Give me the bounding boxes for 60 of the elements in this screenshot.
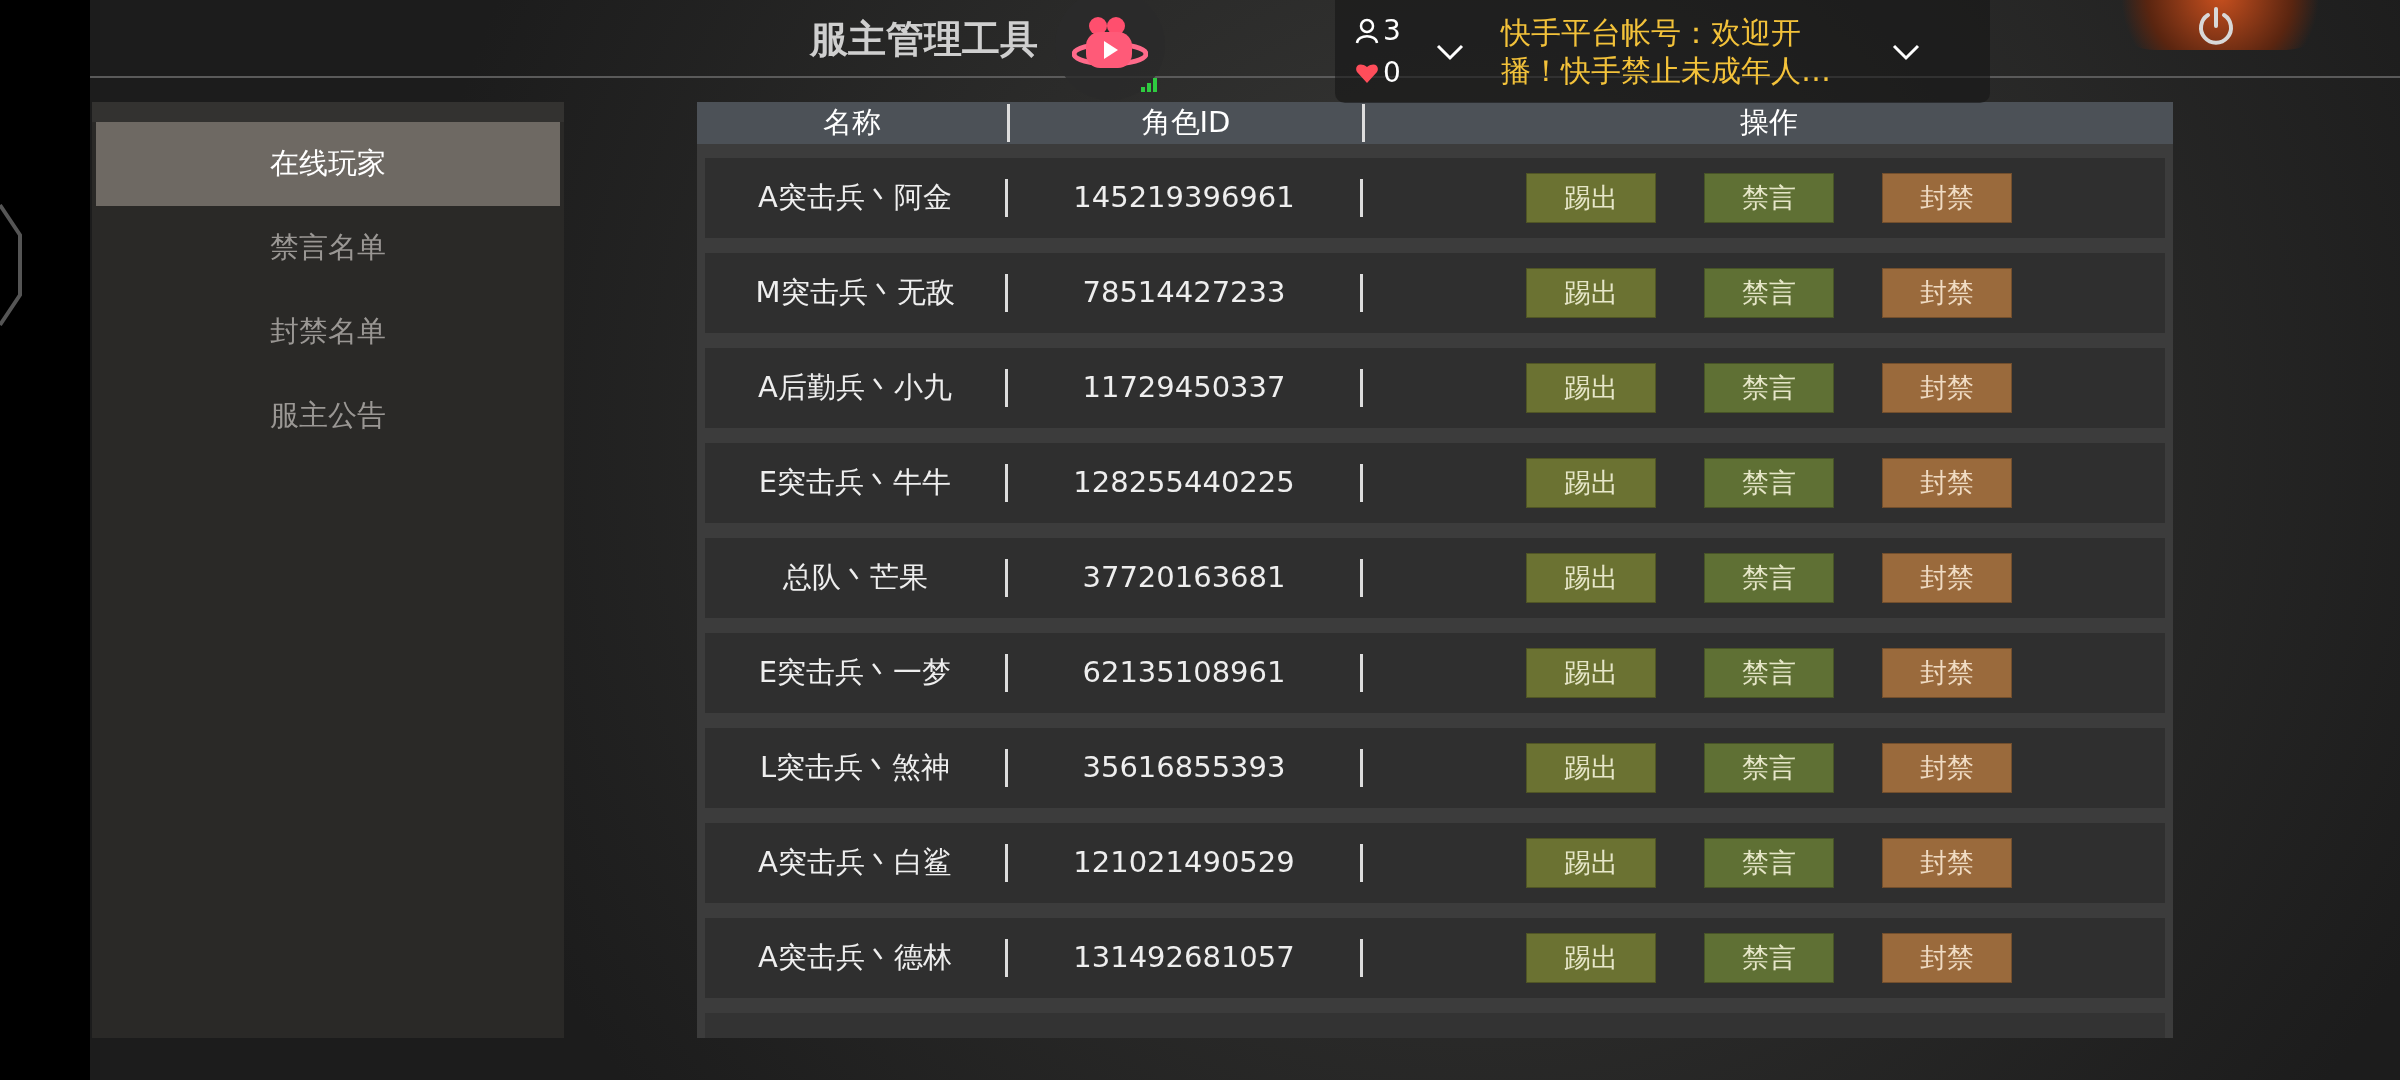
mute-button[interactable]: 禁言 — [1704, 553, 1834, 603]
role-id: 37720163681 — [1081, 559, 1287, 597]
kick-button[interactable]: 踢出 — [1526, 173, 1656, 223]
ban-button[interactable]: 封禁 — [1882, 363, 2012, 413]
kick-button[interactable]: 踢出 — [1526, 933, 1656, 983]
column-header: 名称 — [822, 104, 882, 142]
player-name: M突击兵丶无敌 — [754, 274, 956, 312]
window-title: 服主管理工具 — [810, 16, 1038, 63]
mute-button[interactable]: 禁言 — [1704, 838, 1834, 888]
chevron-down-icon[interactable] — [1435, 42, 1465, 61]
mute-button[interactable]: 禁言 — [1704, 933, 1834, 983]
ban-button[interactable]: 封禁 — [1882, 648, 2012, 698]
role-id: 62135108961 — [1081, 654, 1287, 692]
kick-button[interactable]: 踢出 — [1526, 268, 1656, 318]
player-name: A后勤兵丶小九 — [757, 369, 953, 407]
mute-button[interactable]: 禁言 — [1704, 268, 1834, 318]
kick-button[interactable]: 踢出 — [1526, 743, 1656, 793]
ban-button[interactable]: 封禁 — [1882, 838, 2012, 888]
kick-button[interactable]: 踢出 — [1526, 363, 1656, 413]
player-name: A突击兵丶德林 — [757, 939, 953, 977]
ban-button[interactable]: 封禁 — [1882, 933, 2012, 983]
column-header: 角色ID — [1140, 104, 1232, 142]
sidebar-item[interactable]: 服主公告 — [96, 374, 560, 458]
player-name: E突击兵丶一梦 — [757, 654, 953, 692]
kick-button[interactable]: 踢出 — [1526, 458, 1656, 508]
sidebar-item[interactable]: 在线玩家 — [96, 122, 560, 206]
kick-button[interactable]: 踢出 — [1526, 838, 1656, 888]
ban-button[interactable]: 封禁 — [1882, 458, 2012, 508]
person-icon — [1355, 17, 1379, 44]
sidebar-item[interactable]: 禁言名单 — [96, 206, 560, 290]
like-count: 0 — [1383, 54, 1401, 91]
role-id: 11729450337 — [1081, 369, 1287, 407]
mute-button[interactable]: 禁言 — [1704, 743, 1834, 793]
role-id: 78514427233 — [1081, 274, 1287, 312]
player-name: L突击兵丶煞神 — [758, 749, 952, 787]
mute-button[interactable]: 禁言 — [1704, 363, 1834, 413]
column-header: 操作 — [1739, 104, 1799, 142]
role-id: 145219396961 — [1072, 179, 1296, 217]
stream-notice: 快手平台帐号：欢迎开播！快手禁止未成年人… — [1501, 13, 1832, 90]
role-id: 35616855393 — [1081, 749, 1287, 787]
kick-button[interactable]: 踢出 — [1526, 648, 1656, 698]
player-name: A突击兵丶阿金 — [757, 179, 953, 217]
role-id: 121021490529 — [1072, 844, 1296, 882]
mute-button[interactable]: 禁言 — [1704, 458, 1834, 508]
player-name: E突击兵丶牛牛 — [757, 464, 953, 502]
kick-button[interactable]: 踢出 — [1526, 553, 1656, 603]
player-name: 总队丶芒果 — [781, 559, 929, 597]
role-id: 128255440225 — [1072, 464, 1296, 502]
ban-button[interactable]: 封禁 — [1882, 268, 2012, 318]
chevron-down-icon[interactable] — [1891, 42, 1921, 61]
ban-button[interactable]: 封禁 — [1882, 553, 2012, 603]
mute-button[interactable]: 禁言 — [1704, 173, 1834, 223]
ban-button[interactable]: 封禁 — [1882, 743, 2012, 793]
role-id: 131492681057 — [1072, 939, 1296, 977]
power-icon[interactable] — [2196, 6, 2236, 48]
ban-button[interactable]: 封禁 — [1882, 173, 2012, 223]
sidebar-item[interactable]: 封禁名单 — [96, 290, 560, 374]
player-name: A突击兵丶白鲨 — [757, 844, 953, 882]
viewer-count: 3 — [1383, 12, 1401, 49]
mute-button[interactable]: 禁言 — [1704, 648, 1834, 698]
